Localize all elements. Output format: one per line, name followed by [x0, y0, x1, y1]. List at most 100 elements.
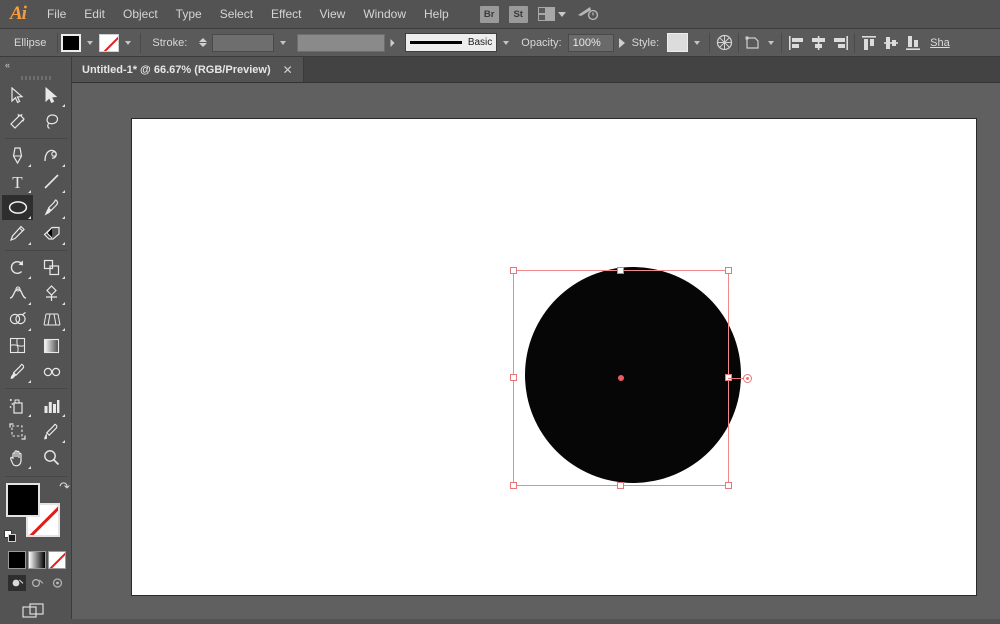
panel-drag-handle[interactable] [0, 72, 71, 83]
stock-icon[interactable]: St [509, 6, 528, 23]
opacity-input[interactable]: 100% [568, 34, 614, 52]
menu-item-select[interactable]: Select [211, 2, 262, 26]
stroke-swatch[interactable] [99, 34, 119, 52]
swap-fill-stroke-icon[interactable]: ↷ [59, 479, 70, 495]
style-chevron-icon[interactable] [694, 41, 700, 45]
artboard-tool[interactable] [2, 419, 33, 444]
handle-bottom-center[interactable] [617, 482, 624, 489]
stroke-profile-input[interactable] [297, 34, 385, 52]
tools-panel: « [0, 57, 72, 619]
menu-item-help[interactable]: Help [415, 2, 458, 26]
draw-behind-mode[interactable] [28, 575, 46, 591]
ellipse-shape[interactable] [525, 267, 741, 483]
magic-wand-tool[interactable] [2, 109, 33, 134]
collapse-panel-icon[interactable]: « [0, 57, 71, 72]
stroke-weight-input[interactable] [212, 34, 274, 52]
ellipse-tool[interactable] [2, 195, 33, 220]
menu-bar-right-cluster: Br St [480, 4, 598, 25]
pen-tool[interactable] [2, 143, 33, 168]
fill-dropdown-chevron-icon[interactable] [87, 41, 93, 45]
blend-tool[interactable] [36, 359, 67, 384]
close-icon[interactable]: ✕ [283, 63, 293, 77]
handle-top-left[interactable] [510, 267, 517, 274]
change-screen-mode[interactable] [22, 603, 46, 621]
mesh-tool[interactable] [2, 333, 33, 358]
menu-item-type[interactable]: Type [167, 2, 211, 26]
free-transform-tool[interactable] [36, 281, 67, 306]
tool-group-divider [5, 138, 67, 139]
align-bottom-icon[interactable] [902, 33, 924, 53]
divider [57, 33, 58, 53]
opacity-more-options-icon[interactable] [619, 38, 625, 48]
workspace-switcher-icon[interactable] [538, 7, 566, 21]
color-mode-none[interactable] [48, 551, 66, 569]
handle-middle-left[interactable] [510, 374, 517, 381]
fill-swatch[interactable] [61, 34, 81, 52]
rotate-tool[interactable] [2, 255, 33, 280]
opacity-label: Opacity: [515, 37, 565, 49]
menu-item-window[interactable]: Window [354, 2, 415, 26]
menu-item-view[interactable]: View [311, 2, 355, 26]
menu-item-effect[interactable]: Effect [262, 2, 310, 26]
graphic-style-swatch[interactable] [667, 33, 688, 52]
workspace-grid-icon [538, 7, 555, 21]
flyout-indicator-icon [62, 440, 65, 443]
align-center-horizontal-icon[interactable] [807, 33, 829, 53]
selection-tool[interactable] [2, 83, 33, 108]
shape-builder-tool[interactable] [2, 307, 33, 332]
color-mode-solid[interactable] [8, 551, 26, 569]
handle-top-right[interactable] [725, 267, 732, 274]
align-left-icon[interactable] [785, 33, 807, 53]
line-segment-tool[interactable] [36, 169, 67, 194]
width-tool[interactable] [2, 281, 33, 306]
artboard[interactable] [131, 118, 977, 596]
lasso-tool[interactable] [36, 109, 67, 134]
draw-normal-mode[interactable] [8, 575, 26, 591]
stroke-weight-stepper[interactable] [199, 38, 207, 47]
document-tab[interactable]: Untitled-1* @ 66.67% (RGB/Preview) ✕ [72, 57, 304, 82]
shape-truncated-label[interactable]: Sha [924, 37, 950, 49]
menu-item-edit[interactable]: Edit [75, 2, 114, 26]
type-tool[interactable]: T [2, 169, 33, 194]
stroke-weight-chevron-icon[interactable] [280, 41, 286, 45]
scale-tool[interactable] [36, 255, 67, 280]
handle-bottom-left[interactable] [510, 482, 517, 489]
menu-item-file[interactable]: File [38, 2, 75, 26]
handle-bottom-right[interactable] [725, 482, 732, 489]
align-center-vertical-icon[interactable] [880, 33, 902, 53]
transform-icon[interactable] [742, 33, 764, 53]
style-label: Style: [630, 37, 663, 49]
flyout-indicator-icon [28, 164, 31, 167]
slice-tool[interactable] [36, 419, 67, 444]
eyedropper-tool[interactable] [2, 359, 33, 384]
menu-item-object[interactable]: Object [114, 2, 167, 26]
brush-chevron-icon[interactable] [503, 41, 509, 45]
stroke-profile-flip-icon[interactable] [391, 39, 395, 47]
color-mode-gradient[interactable] [28, 551, 46, 569]
fill-color-box[interactable] [6, 483, 40, 517]
align-right-icon[interactable] [829, 33, 851, 53]
gradient-tool[interactable] [36, 333, 67, 358]
symbol-sprayer-tool[interactable] [2, 393, 33, 418]
flyout-indicator-icon [62, 190, 65, 193]
brush-definition-dropdown[interactable]: Basic [405, 33, 497, 52]
stroke-dropdown-chevron-icon[interactable] [125, 41, 131, 45]
default-fill-stroke-icon[interactable] [4, 530, 17, 543]
perspective-grid-tool[interactable] [36, 307, 67, 332]
draw-inside-mode[interactable] [48, 575, 66, 591]
direct-selection-tool[interactable] [36, 83, 67, 108]
zoom-tool[interactable] [36, 445, 67, 470]
hand-tool[interactable] [2, 445, 33, 470]
curvature-tool[interactable] [36, 143, 67, 168]
rotate-handle-icon[interactable] [743, 374, 752, 383]
bridge-icon[interactable]: Br [480, 6, 499, 23]
transform-chevron-icon[interactable] [768, 41, 774, 45]
pencil-tool[interactable] [2, 221, 33, 246]
recolor-artwork-icon[interactable] [713, 33, 735, 53]
search-adobe-stock-icon[interactable] [576, 4, 598, 25]
paintbrush-tool[interactable] [36, 195, 67, 220]
document-canvas-area[interactable] [72, 83, 1000, 619]
column-graph-tool[interactable] [36, 393, 67, 418]
align-top-icon[interactable] [858, 33, 880, 53]
eraser-tool[interactable] [36, 221, 67, 246]
